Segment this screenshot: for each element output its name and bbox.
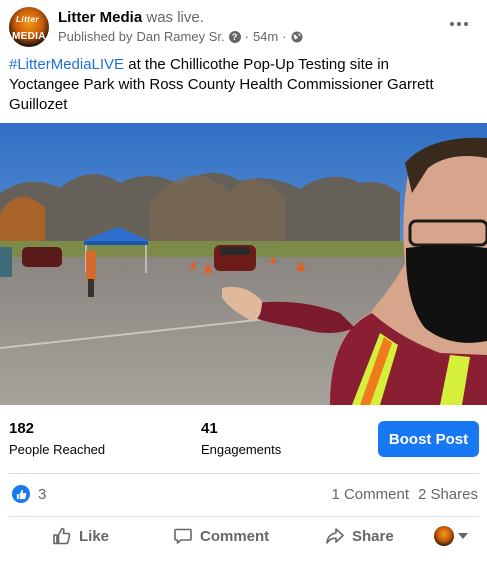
- boost-post-button[interactable]: Boost Post: [378, 421, 479, 457]
- comment-bubble-icon: [174, 528, 192, 544]
- more-options-button[interactable]: [447, 12, 471, 36]
- comment-button-label: Comment: [200, 527, 270, 545]
- share-button[interactable]: Share: [325, 524, 394, 548]
- post-actions: Like Comment Share: [0, 516, 487, 556]
- question-icon[interactable]: ?: [228, 30, 241, 43]
- post-header: Litter MEDIA Litter Media was live. Publ…: [0, 0, 487, 54]
- meta-dot: ·: [244, 29, 249, 44]
- post-caption: #LitterMediaLIVE at the Chillicothe Pop-…: [9, 55, 477, 115]
- share-button-label: Share: [352, 527, 394, 545]
- like-reaction-icon[interactable]: [12, 485, 30, 503]
- more-dots-icon: [450, 22, 454, 26]
- post-insights: 182 People Reached 41 Engagements Boost …: [0, 405, 487, 473]
- post-time[interactable]: 54m: [253, 29, 278, 44]
- comments-count-link[interactable]: 1 Comment: [331, 486, 409, 503]
- publisher-prefix: Published by: [58, 29, 133, 44]
- caption-text-1: at the Chillicothe Pop-Up Testing site i…: [124, 56, 389, 73]
- engagements-label: Engagements: [201, 442, 282, 457]
- globe-icon[interactable]: [291, 31, 303, 43]
- caption-text-3: Guillozet: [9, 96, 68, 113]
- post-as-selector[interactable]: [434, 526, 468, 546]
- live-video-thumbnail[interactable]: [0, 123, 487, 405]
- page-avatar[interactable]: Litter MEDIA: [9, 7, 49, 47]
- engagements-value: 41: [201, 420, 218, 437]
- shares-count-link[interactable]: 2 Shares: [418, 486, 478, 503]
- share-arrow-icon: [326, 528, 344, 544]
- like-button[interactable]: Like: [52, 524, 109, 548]
- people-reached-stat[interactable]: 182 People Reached: [9, 420, 105, 457]
- like-count[interactable]: 3: [38, 486, 46, 503]
- avatar-logo-top: Litter: [16, 15, 39, 24]
- hashtag-link[interactable]: #LitterMediaLIVE: [9, 56, 124, 73]
- thumbs-up-icon: [16, 489, 26, 499]
- meta-dot: ·: [282, 29, 287, 44]
- reactions-bar: 3 1 Comment 2 Shares: [0, 474, 487, 516]
- page-avatar-small: [434, 526, 454, 546]
- video-frame: [0, 123, 487, 405]
- caption-text-2: Yoctangee Park with Ross County Health C…: [9, 76, 434, 93]
- post-meta: Published by Dan Ramey Sr. ? · 54m ·: [58, 29, 303, 44]
- thumbs-up-icon: [53, 527, 71, 545]
- engagements-stat[interactable]: 41 Engagements: [201, 420, 281, 457]
- action-text: was live.: [146, 9, 204, 26]
- people-reached-label: People Reached: [9, 442, 106, 457]
- publisher-name[interactable]: Dan Ramey Sr.: [136, 29, 224, 44]
- page-name-link[interactable]: Litter Media: [58, 9, 142, 26]
- chevron-down-icon: [458, 533, 468, 539]
- avatar-logo-bottom: MEDIA: [12, 31, 46, 42]
- author-line: Litter Media was live.: [58, 9, 204, 26]
- people-reached-value: 182: [9, 420, 35, 437]
- comment-button[interactable]: Comment: [173, 524, 269, 548]
- like-button-label: Like: [79, 527, 110, 545]
